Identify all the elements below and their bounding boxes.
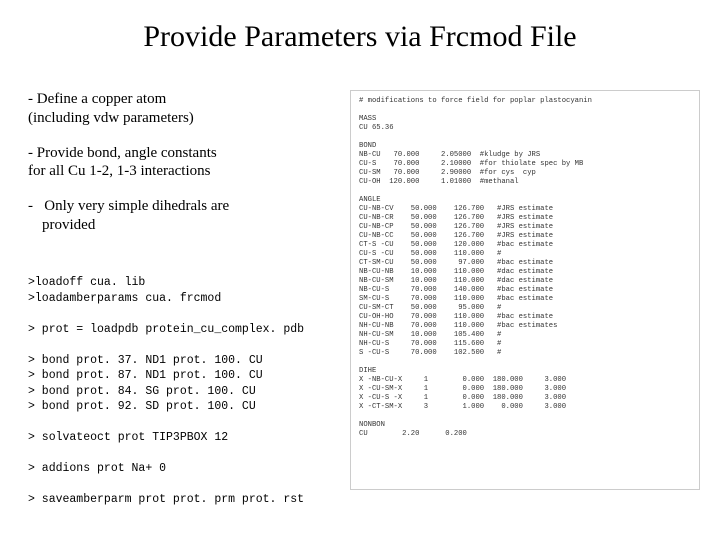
- bullet-1-line2: (including vdw parameters): [28, 109, 328, 128]
- slide-title: Provide Parameters via Frcmod File: [0, 20, 720, 54]
- bullet-2: - Provide bond, angle constants for all …: [28, 144, 328, 182]
- command-code-block: >loadoff cua. lib >loadamberparams cua. …: [28, 275, 358, 508]
- bullet-1: - Define a copper atom (including vdw pa…: [28, 90, 328, 128]
- bullet-1-line1: - Define a copper atom: [28, 90, 328, 109]
- bullet-2-line1: - Provide bond, angle constants: [28, 144, 328, 163]
- slide: Provide Parameters via Frcmod File - Def…: [0, 0, 720, 540]
- bullet-2-line2: for all Cu 1-2, 1-3 interactions: [28, 162, 328, 181]
- bullet-list: - Define a copper atom (including vdw pa…: [28, 90, 328, 251]
- frcmod-file-panel: # modifications to force field for popla…: [350, 90, 700, 490]
- bullet-3-line2: provided: [42, 216, 328, 235]
- bullet-3-line1: - Only very simple dihedrals are: [28, 197, 328, 216]
- bullet-3: - Only very simple dihedrals are provide…: [28, 197, 328, 235]
